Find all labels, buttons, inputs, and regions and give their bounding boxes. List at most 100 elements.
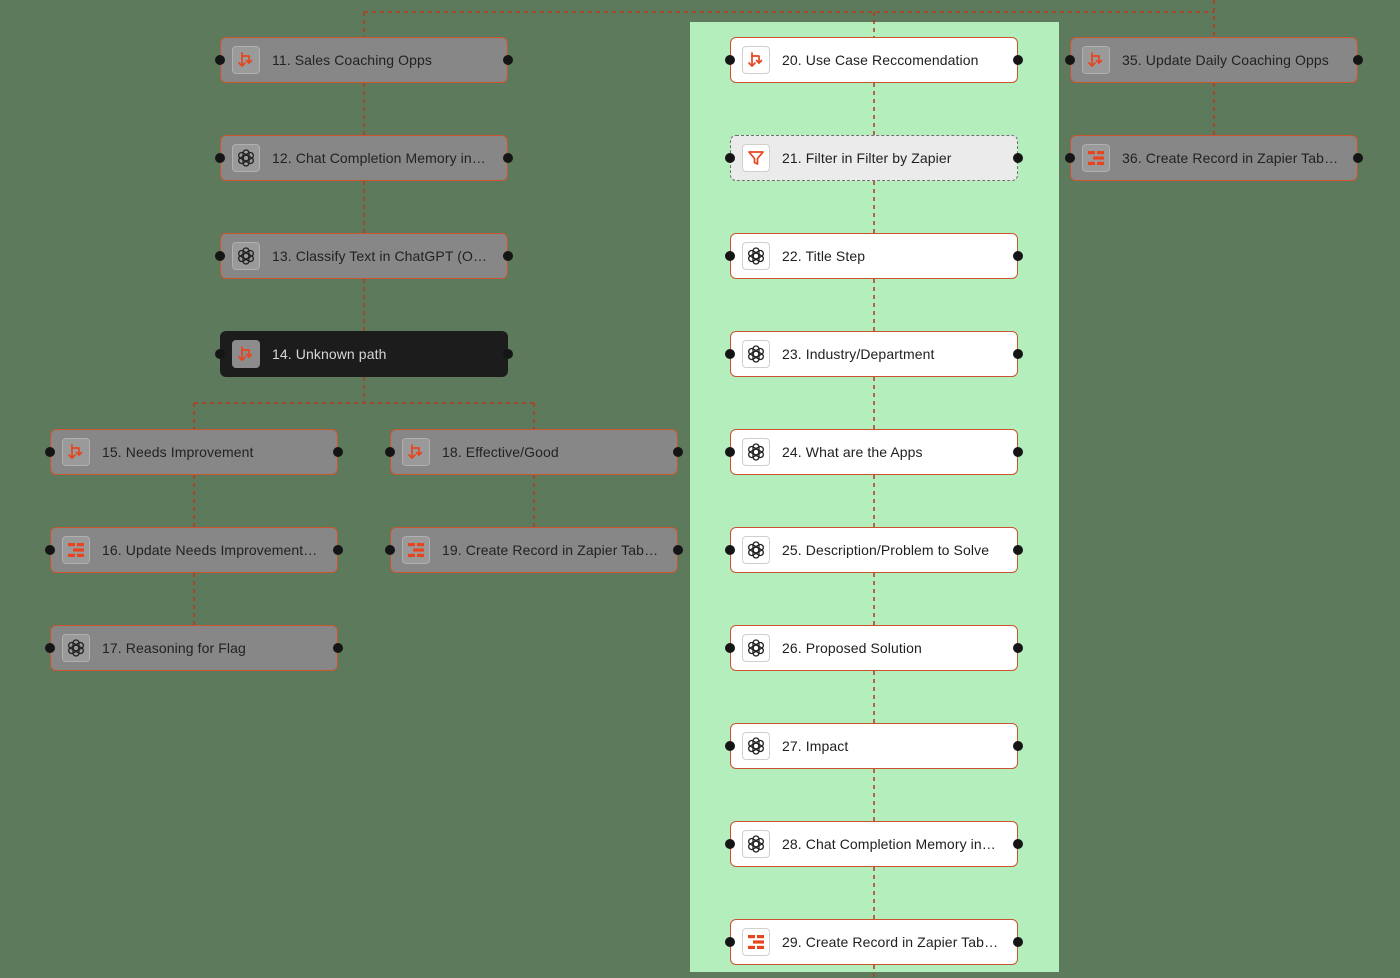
output-connector-dot[interactable] — [1013, 545, 1023, 555]
output-connector-dot[interactable] — [1013, 55, 1023, 65]
step-label: 20. Use Case Reccomendation — [782, 52, 979, 68]
output-connector-dot[interactable] — [333, 545, 343, 555]
step-label: 24. What are the Apps — [782, 444, 923, 460]
paths-icon — [232, 340, 260, 368]
input-connector-dot[interactable] — [385, 545, 395, 555]
input-connector-dot[interactable] — [725, 839, 735, 849]
step-node-14[interactable]: 14. Unknown path — [215, 331, 513, 377]
openai-icon — [232, 242, 260, 270]
input-connector-dot[interactable] — [215, 251, 225, 261]
openai-icon — [742, 634, 770, 662]
output-connector-dot[interactable] — [1013, 153, 1023, 163]
output-connector-dot[interactable] — [333, 447, 343, 457]
step-label: 25. Description/Problem to Solve — [782, 542, 990, 558]
connector — [193, 377, 535, 429]
step-label: 12. Chat Completion Memory in … — [272, 150, 490, 166]
openai-icon — [742, 732, 770, 760]
tables-icon — [402, 536, 430, 564]
output-connector-dot[interactable] — [1013, 839, 1023, 849]
step-node-26[interactable]: 26. Proposed Solution — [725, 625, 1023, 671]
step-node-28[interactable]: 28. Chat Completion Memory in … — [725, 821, 1023, 867]
step-label: 17. Reasoning for Flag — [102, 640, 246, 656]
input-connector-dot[interactable] — [725, 349, 735, 359]
input-connector-dot[interactable] — [725, 251, 735, 261]
input-connector-dot[interactable] — [725, 545, 735, 555]
openai-icon — [742, 830, 770, 858]
input-connector-dot[interactable] — [215, 153, 225, 163]
step-node-22[interactable]: 22. Title Step — [725, 233, 1023, 279]
step-node-25[interactable]: 25. Description/Problem to Solve — [725, 527, 1023, 573]
step-node-29[interactable]: 29. Create Record in Zapier Tables — [725, 919, 1023, 965]
output-connector-dot[interactable] — [673, 545, 683, 555]
step-label: 23. Industry/Department — [782, 346, 935, 362]
input-connector-dot[interactable] — [725, 153, 735, 163]
input-connector-dot[interactable] — [45, 545, 55, 555]
step-node-12[interactable]: 12. Chat Completion Memory in … — [215, 135, 513, 181]
workflow-canvas[interactable]: 11. Sales Coaching Opps 12. Chat Complet… — [0, 0, 1400, 978]
output-connector-dot[interactable] — [1013, 741, 1023, 751]
input-connector-dot[interactable] — [385, 447, 395, 457]
input-connector-dot[interactable] — [215, 55, 225, 65]
output-connector-dot[interactable] — [503, 55, 513, 65]
input-connector-dot[interactable] — [1065, 55, 1075, 65]
input-connector-dot[interactable] — [215, 349, 225, 359]
step-label: 36. Create Record in Zapier Tables — [1122, 150, 1343, 166]
output-connector-dot[interactable] — [673, 447, 683, 457]
step-label: 22. Title Step — [782, 248, 866, 264]
output-connector-dot[interactable] — [1353, 55, 1363, 65]
input-connector-dot[interactable] — [1065, 153, 1075, 163]
openai-icon — [232, 144, 260, 172]
output-connector-dot[interactable] — [1013, 447, 1023, 457]
step-node-15[interactable]: 15. Needs Improvement — [45, 429, 343, 475]
output-connector-dot[interactable] — [1353, 153, 1363, 163]
input-connector-dot[interactable] — [725, 55, 735, 65]
step-node-11[interactable]: 11. Sales Coaching Opps — [215, 37, 513, 83]
output-connector-dot[interactable] — [1013, 349, 1023, 359]
output-connector-dot[interactable] — [1013, 251, 1023, 261]
output-connector-dot[interactable] — [503, 251, 513, 261]
input-connector-dot[interactable] — [45, 643, 55, 653]
step-node-19[interactable]: 19. Create Record in Zapier Tables — [385, 527, 683, 573]
paths-icon — [1082, 46, 1110, 74]
step-label: 13. Classify Text in ChatGPT (Op… — [272, 248, 495, 264]
openai-icon — [62, 634, 90, 662]
openai-icon — [742, 536, 770, 564]
input-connector-dot[interactable] — [725, 741, 735, 751]
step-node-17[interactable]: 17. Reasoning for Flag — [45, 625, 343, 671]
step-node-23[interactable]: 23. Industry/Department — [725, 331, 1023, 377]
output-connector-dot[interactable] — [333, 643, 343, 653]
tables-icon — [62, 536, 90, 564]
step-label: 14. Unknown path — [272, 346, 387, 362]
step-node-36[interactable]: 36. Create Record in Zapier Tables — [1065, 135, 1363, 181]
step-label: 11. Sales Coaching Opps — [272, 52, 433, 68]
filter-icon — [742, 144, 770, 172]
tables-icon — [1082, 144, 1110, 172]
input-connector-dot[interactable] — [725, 447, 735, 457]
step-label: 26. Proposed Solution — [782, 640, 922, 656]
paths-icon — [62, 438, 90, 466]
step-node-13[interactable]: 13. Classify Text in ChatGPT (Op… — [215, 233, 513, 279]
step-node-35[interactable]: 35. Update Daily Coaching Opps — [1065, 37, 1363, 83]
step-label: 35. Update Daily Coaching Opps — [1122, 52, 1329, 68]
step-label: 18. Effective/Good — [442, 444, 559, 460]
step-node-18[interactable]: 18. Effective/Good — [385, 429, 683, 475]
step-label: 16. Update Needs Improvement … — [102, 542, 322, 558]
output-connector-dot[interactable] — [503, 153, 513, 163]
input-connector-dot[interactable] — [725, 937, 735, 947]
step-node-27[interactable]: 27. Impact — [725, 723, 1023, 769]
step-label: 21. Filter in Filter by Zapier — [782, 150, 952, 166]
openai-icon — [742, 242, 770, 270]
input-connector-dot[interactable] — [45, 447, 55, 457]
step-node-16[interactable]: 16. Update Needs Improvement … — [45, 527, 343, 573]
output-connector-dot[interactable] — [1013, 937, 1023, 947]
step-label: 19. Create Record in Zapier Tables — [442, 542, 663, 558]
paths-icon — [232, 46, 260, 74]
step-node-24[interactable]: 24. What are the Apps — [725, 429, 1023, 475]
step-label: 15. Needs Improvement — [102, 444, 254, 460]
openai-icon — [742, 340, 770, 368]
output-connector-dot[interactable] — [503, 349, 513, 359]
output-connector-dot[interactable] — [1013, 643, 1023, 653]
input-connector-dot[interactable] — [725, 643, 735, 653]
step-node-20[interactable]: 20. Use Case Reccomendation — [725, 37, 1023, 83]
step-node-21[interactable]: 21. Filter in Filter by Zapier — [725, 135, 1023, 181]
